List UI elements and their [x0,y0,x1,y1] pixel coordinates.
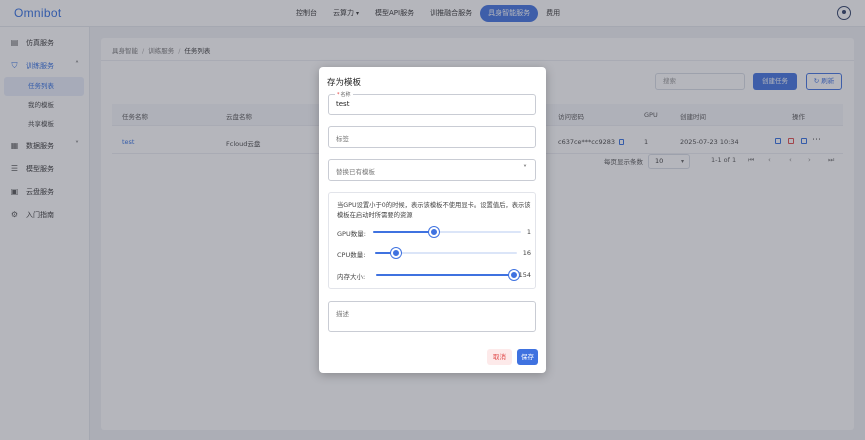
memory-slider-thumb[interactable] [509,270,519,280]
gpu-slider-fill [373,231,434,233]
memory-slider[interactable] [376,270,519,280]
replace-template-select[interactable]: 替换已有模板 ˅ [328,159,536,181]
description-field[interactable]: 描述 [328,301,536,332]
cpu-slider-value: 16 [522,249,531,257]
name-field[interactable]: *名称 test [328,91,536,115]
replace-template-placeholder: 替换已有模板 [336,168,375,176]
resource-note: 当GPU设置小于0的时候，表示该模板不使用显卡。设置值后，表示该模板在启动时所需… [337,202,531,219]
chevron-down-icon: ˅ [523,164,527,173]
memory-slider-row: 内存大小: 154 [337,269,531,281]
gpu-slider[interactable] [373,227,521,237]
memory-slider-label: 内存大小: [337,273,366,281]
gpu-slider-value: 1 [526,228,531,236]
cpu-slider-row: CPU数量: 16 [337,247,531,259]
name-field-value: test [336,100,350,108]
dialog-title: 存为模板 [327,78,362,88]
gpu-slider-thumb[interactable] [429,227,439,237]
save-template-dialog: 存为模板 *名称 test 标签 替换已有模板 ˅ 当GPU设置小于0的时候，表… [319,67,546,373]
cpu-slider-label: CPU数量: [337,251,366,259]
cancel-button[interactable]: 取消 [487,349,512,365]
memory-slider-value: 154 [518,271,531,279]
save-button[interactable]: 保存 [517,349,538,365]
resource-settings: 当GPU设置小于0的时候，表示该模板不使用显卡。设置值后，表示该模板在启动时所需… [328,192,536,289]
required-icon: * [337,92,340,98]
name-label-text: 名称 [340,92,351,98]
name-field-label: *名称 [335,91,353,98]
description-placeholder: 描述 [336,310,349,318]
cpu-slider-thumb[interactable] [391,248,401,258]
gpu-slider-row: GPU数量: 1 [337,226,531,238]
tag-field[interactable]: 标签 [328,126,536,148]
memory-slider-fill [376,274,514,276]
cpu-slider[interactable] [375,248,517,258]
gpu-slider-label: GPU数量: [337,230,366,238]
tag-placeholder: 标签 [336,135,349,143]
